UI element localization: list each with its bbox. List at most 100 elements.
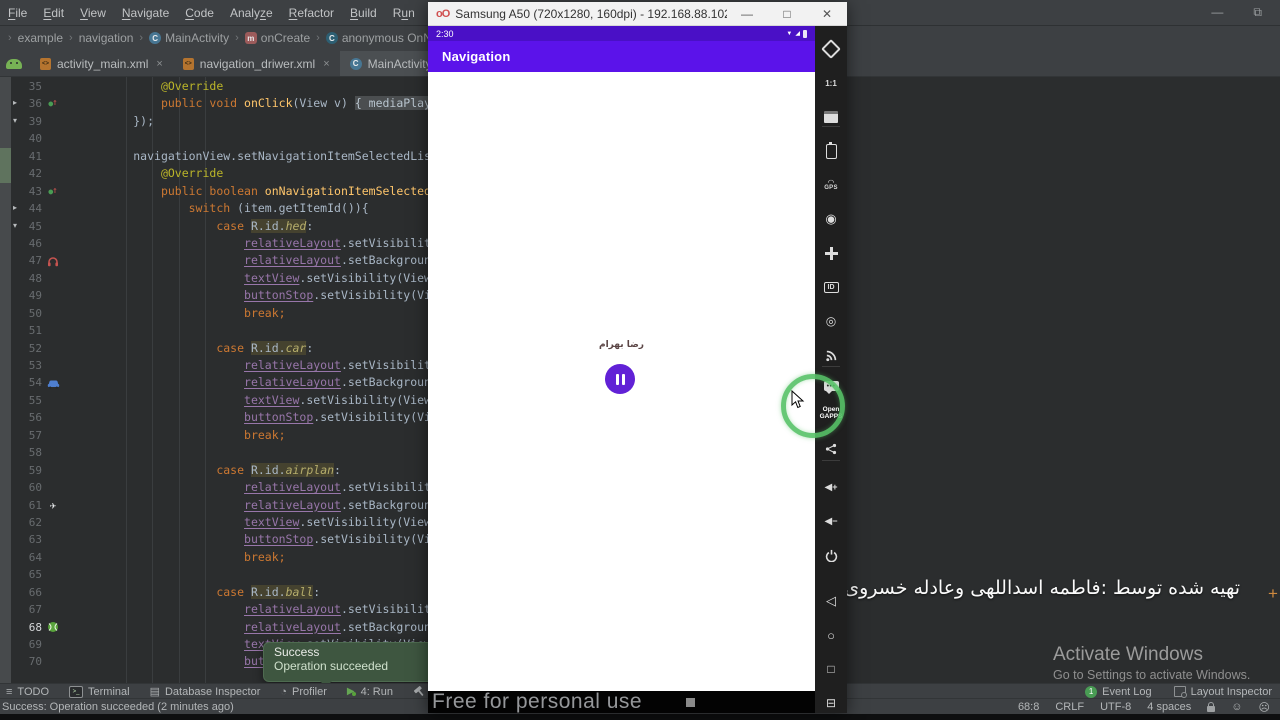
gutter-icon-slot[interactable]: ✈ <box>42 497 64 514</box>
tool-window-todo[interactable]: ≡TODO <box>6 686 49 698</box>
rotate-icon[interactable] <box>815 38 847 60</box>
menu-file[interactable]: File <box>0 6 35 20</box>
window-controls: —⧉ <box>1211 5 1280 20</box>
status-68-8[interactable]: 68:8 <box>1018 701 1039 713</box>
battery-icon <box>803 30 807 38</box>
breadcrumb-separator: › <box>69 32 73 44</box>
tool-window-bar-right: 1Event Log Layout Inspector <box>1085 686 1272 698</box>
share-icon[interactable] <box>815 438 847 460</box>
menu-navigate[interactable]: Navigate <box>114 6 177 20</box>
gutter-icon-slot[interactable] <box>42 619 64 636</box>
tool-window-label: Event Log <box>1102 686 1152 698</box>
breadcrumb-item-navigation[interactable]: navigation <box>79 31 134 45</box>
song-label: رضا بهرام <box>428 340 815 350</box>
tool-window-layout-inspector[interactable]: Layout Inspector <box>1174 686 1272 698</box>
breadcrumb-separator: › <box>8 32 12 44</box>
menu-build[interactable]: Build <box>342 6 385 20</box>
happy-face-icon[interactable]: ☺ <box>1231 701 1242 713</box>
override-icon[interactable]: ●↑ <box>48 95 57 112</box>
gutter-icon-slot <box>42 322 64 339</box>
line-number: 54 <box>0 374 42 391</box>
breadcrumb-label: navigation <box>79 31 134 45</box>
pause-button[interactable] <box>605 364 635 394</box>
tool-window-database-inspector[interactable]: ▤Database Inspector <box>150 685 261 698</box>
emulator-maximize-button[interactable]: □ <box>767 7 807 21</box>
gutter-icon-slot <box>42 218 64 235</box>
window-restore-button[interactable]: ⧉ <box>1253 5 1262 20</box>
line-number: 58 <box>0 444 42 461</box>
fold-expanded-icon[interactable]: ▾ <box>13 116 17 125</box>
tool-window-4-run[interactable]: ▶4: Run <box>347 686 393 698</box>
status-4-spaces[interactable]: 4 spaces <box>1147 701 1191 713</box>
fold-expanded-icon[interactable]: ▾ <box>13 221 17 230</box>
camera-icon[interactable]: ◉ <box>815 208 847 230</box>
status-utf-8[interactable]: UTF-8 <box>1100 701 1131 713</box>
gutter-icon-slot <box>42 444 64 461</box>
gps-icon[interactable]: ◠GPS <box>815 174 847 196</box>
network-icon[interactable] <box>815 344 847 366</box>
line-number: 59 <box>0 462 42 479</box>
window-minimize-button[interactable]: — <box>1211 5 1223 20</box>
battery-icon[interactable] <box>815 140 847 162</box>
volume-down-icon[interactable]: ◀− <box>815 510 847 532</box>
emulator-close-button[interactable]: ✕ <box>807 7 847 21</box>
breadcrumb-item-mainactivity[interactable]: CMainActivity <box>149 31 229 45</box>
gutter-icon-slot[interactable]: ●↑ <box>42 183 64 200</box>
tool-window-profiler[interactable]: ◔Profiler <box>280 686 327 698</box>
menu-view[interactable]: View <box>72 6 114 20</box>
headphones-icon[interactable] <box>47 255 59 267</box>
keyboard-icon[interactable]: ⊟ <box>815 692 847 714</box>
menu-refactor[interactable]: Refactor <box>281 6 342 20</box>
toolbar-divider <box>822 460 840 461</box>
gutter-icon-slot[interactable] <box>42 374 64 391</box>
menu-edit[interactable]: Edit <box>35 6 72 20</box>
genymotion-logo-icon: oO <box>436 8 449 20</box>
gutter-icon-slot <box>42 270 64 287</box>
car-icon[interactable] <box>47 378 60 389</box>
gutter-icon-slot <box>42 165 64 182</box>
airplane-icon[interactable]: ✈ <box>50 497 57 514</box>
volume-up-icon[interactable]: ◀+ <box>815 476 847 498</box>
fold-collapsed-icon[interactable]: ▸ <box>13 98 17 107</box>
sad-face-icon[interactable]: ☹ <box>1259 701 1270 714</box>
line-number: 60 <box>0 479 42 496</box>
tab-label: activity_main.xml <box>57 57 148 71</box>
device-screen[interactable]: 2:30 ▼ ◢ Navigation رضا بهرام Free for p… <box>428 26 815 713</box>
menu-run[interactable]: Run <box>385 6 423 20</box>
emulator-minimize-button[interactable]: — <box>727 7 767 21</box>
diskio-icon[interactable]: ◎ <box>815 310 847 332</box>
navigation-pad-icon[interactable] <box>815 242 847 264</box>
pause-icon <box>616 374 619 385</box>
line-number: 61 <box>0 497 42 514</box>
tab-activity_main-xml[interactable]: <>activity_main.xml× <box>30 51 173 76</box>
tool-window-event-log[interactable]: 1Event Log <box>1085 686 1152 698</box>
tool-window-terminal[interactable]: >_Terminal <box>69 686 130 698</box>
emulator-title-bar[interactable]: oO Samsung A50 (720x1280, 160dpi) - 192.… <box>428 2 847 26</box>
menu-analyze[interactable]: Analyze <box>222 6 281 20</box>
home-icon[interactable]: ○ <box>815 624 847 646</box>
tool-window-label: Layout Inspector <box>1191 686 1272 698</box>
gutter-icon-slot <box>42 409 64 426</box>
breadcrumb-item-example[interactable]: example <box>18 31 63 45</box>
gutter-icon-slot[interactable] <box>42 252 64 269</box>
fold-collapsed-icon[interactable]: ▸ <box>13 203 17 212</box>
screencast-icon[interactable] <box>815 106 847 128</box>
tab-navigation_driwer-xml[interactable]: <>navigation_driwer.xml× <box>173 51 340 76</box>
device-id-icon[interactable]: ID <box>815 276 847 298</box>
back-icon[interactable]: ◁ <box>815 590 847 612</box>
gutter-icon-slot <box>42 549 64 566</box>
breadcrumb-item-oncreate[interactable]: monCreate <box>245 31 310 45</box>
menu-code[interactable]: Code <box>177 6 222 20</box>
lock-icon[interactable] <box>1207 706 1215 712</box>
line-number: 66 <box>0 584 42 601</box>
gutter-icon-slot[interactable]: ●↑ <box>42 95 64 112</box>
override-icon[interactable]: ●↑ <box>48 183 57 200</box>
notification-title: Success <box>274 645 428 659</box>
ball-icon[interactable] <box>47 621 59 633</box>
pixel-ratio-icon[interactable]: 1:1 <box>815 72 847 94</box>
recents-icon[interactable]: □ <box>815 658 847 680</box>
power-icon[interactable] <box>815 544 847 566</box>
status-crlf[interactable]: CRLF <box>1055 701 1084 713</box>
tab-close-icon[interactable]: × <box>156 58 162 70</box>
tab-close-icon[interactable]: × <box>323 58 329 70</box>
